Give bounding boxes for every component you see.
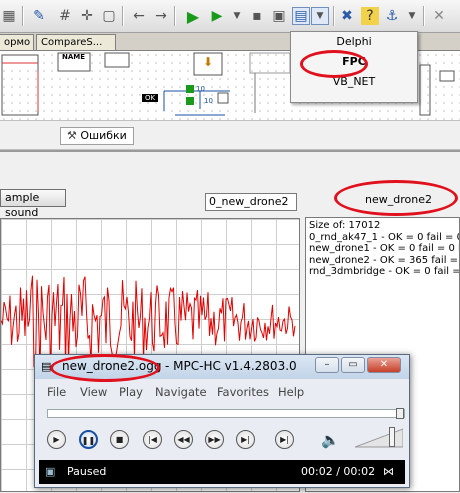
maximize-button[interactable]: ▭ — [341, 357, 365, 373]
volume-thumb[interactable] — [388, 427, 395, 447]
errors-tab-label: Ошибки — [80, 129, 127, 142]
frame-icon[interactable]: ▢ — [100, 7, 118, 25]
menu-navigate[interactable]: Navigate — [155, 382, 207, 402]
chevron-down-icon[interactable]: ▼ — [403, 7, 421, 25]
playback-status: Paused — [67, 465, 107, 478]
play-icon[interactable]: ▶ — [47, 430, 66, 449]
menu-favorites[interactable]: Favorites — [217, 382, 269, 402]
annotation-circle-title — [50, 354, 160, 382]
menu-item-delphi[interactable]: Delphi — [291, 32, 417, 52]
tab-errors[interactable]: ⚒ Ошибки — [60, 127, 134, 145]
toolbar-separator — [22, 6, 23, 26]
volume-icon[interactable]: 🔈 — [321, 431, 340, 449]
memo-line: new_drone2 - OK = 365 fail = 49 — [309, 254, 460, 266]
stop-icon[interactable]: ■ — [110, 430, 129, 449]
menu-help[interactable]: Help — [278, 382, 304, 402]
tab-compare[interactable]: CompareS... — [36, 34, 116, 50]
playback-time: 00:02 / 00:02 — [301, 465, 376, 478]
minimize-button[interactable]: – — [315, 357, 339, 373]
stop-icon[interactable]: ▪ — [248, 7, 266, 25]
skip-back-icon[interactable]: |◀ — [143, 430, 162, 449]
pause-icon[interactable]: ❚❚ — [79, 430, 98, 449]
tool-icon[interactable]: ▦ — [0, 7, 18, 25]
download-arrow-icon: ⬇ — [203, 55, 214, 69]
file-name-field[interactable]: 0_new_drone2 — [205, 193, 297, 211]
number-label: 10 — [204, 97, 213, 105]
audio-file-icon: ▣ — [45, 465, 56, 478]
chevron-down-icon[interactable]: ▼ — [311, 7, 329, 25]
sample-sound-button[interactable]: ample sound — [0, 189, 66, 219]
annotation-circle-fpc — [300, 50, 368, 78]
run-icon[interactable]: ▶ — [184, 7, 202, 26]
volume-slider[interactable] — [354, 427, 404, 449]
close-icon[interactable]: ✕ — [430, 7, 448, 25]
memo-line: rnd_3dmbridge - OK = 0 fail = 0 b — [309, 266, 460, 277]
language-select-icon[interactable]: ▤ — [292, 7, 310, 25]
arrow-right-icon[interactable]: → — [152, 7, 170, 25]
seek-thumb[interactable] — [396, 408, 404, 419]
edit-form-icon[interactable]: ✎ — [30, 7, 48, 25]
number-label: 10 — [196, 85, 205, 93]
annotation-circle-label — [334, 180, 458, 216]
chevron-down-icon[interactable]: ▼ — [228, 7, 246, 25]
menu-view[interactable]: View — [80, 382, 107, 402]
menu-file[interactable]: File — [47, 382, 66, 402]
run-step-icon[interactable]: ▶ — [208, 7, 226, 25]
toolbar-separator — [423, 6, 424, 26]
rewind-icon[interactable]: ◀◀ — [174, 430, 193, 449]
mpc-menubar: File View Play Navigate Favorites Help — [35, 382, 409, 402]
toolbar-separator — [122, 6, 123, 26]
tools-icon[interactable]: ✖ — [338, 7, 356, 25]
ide-toolbar: ▦ ✎ # ✛ ▢ ← → ▶ ▶ ▼ ▪ ▣ ▤ ▼ ✖ ? ⚓ ▼ ✕ — [0, 0, 460, 33]
errors-icon: ⚒ — [67, 129, 81, 142]
tab-label: ормо — [4, 37, 31, 48]
help-icon[interactable]: ? — [361, 7, 379, 25]
mpc-title-app: - MPC-HC v1.4.2803.0 — [165, 359, 297, 373]
menu-play[interactable]: Play — [119, 382, 143, 402]
audio-channels-icon: ⋈ — [383, 465, 394, 478]
frame-step-icon[interactable]: ▶| — [275, 430, 294, 449]
grid-icon[interactable]: # — [56, 7, 74, 25]
align-center-icon[interactable]: ✛ — [78, 7, 96, 25]
memo-line: 0_rnd_ak47_1 - OK = 0 fail = 0 b — [309, 231, 460, 243]
mpc-statusbar: ▣ Paused 00:02 / 00:02 ⋈ — [39, 460, 405, 484]
seek-bar[interactable] — [47, 408, 405, 419]
toolbar-separator — [174, 6, 175, 26]
compile-icon[interactable]: ▣ — [270, 7, 288, 25]
volume-ramp — [354, 428, 404, 448]
arrow-left-icon[interactable]: ← — [130, 7, 148, 25]
ide-panel-tabs: ⚒ Ошибки — [0, 120, 460, 150]
tab-label: CompareS... — [41, 37, 103, 48]
memo-line: Size of: 17012 — [309, 220, 381, 231]
close-button[interactable]: ✕ — [367, 357, 401, 373]
anchor-icon[interactable]: ⚓ — [383, 7, 401, 25]
toolbar-separator — [333, 6, 334, 26]
memo-line: new_drone1 - OK = 0 fail = 0 br - — [309, 243, 460, 254]
fast-forward-icon[interactable]: ▶▶ — [205, 430, 224, 449]
skip-forward-icon[interactable]: ▶| — [236, 430, 255, 449]
ok-component[interactable]: OK — [142, 94, 159, 102]
name-label: NAME — [62, 53, 86, 61]
tab-form[interactable]: ормо — [0, 34, 34, 50]
